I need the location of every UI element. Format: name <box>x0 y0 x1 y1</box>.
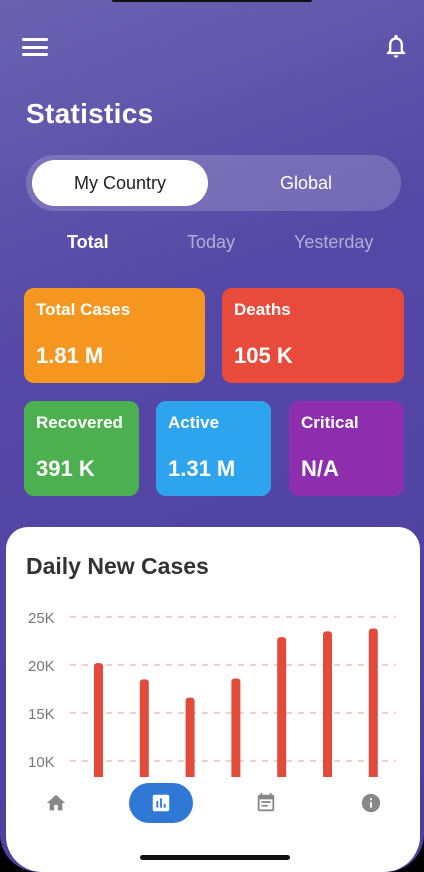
tab-yesterday[interactable]: Yesterday <box>294 232 373 253</box>
card-deaths[interactable]: Deaths 105 K <box>222 288 404 383</box>
y-tick-label: 25K <box>28 610 55 627</box>
chart-bar <box>323 631 332 797</box>
menu-line <box>22 45 48 49</box>
card-value: N/A <box>301 456 339 481</box>
card-label: Critical <box>301 413 359 432</box>
nav-home[interactable] <box>40 783 72 823</box>
card-label: Deaths <box>234 300 291 319</box>
card-value: 391 K <box>36 456 95 481</box>
notch <box>112 0 312 2</box>
card-active[interactable]: Active 1.31 M <box>156 401 271 496</box>
nav-statistics[interactable] <box>129 783 193 823</box>
nav-info[interactable] <box>355 783 387 823</box>
y-tick-label: 15K <box>28 706 55 723</box>
nav-calendar[interactable] <box>250 783 282 823</box>
y-tick-label: 10K <box>28 754 55 771</box>
card-value: 105 K <box>234 343 293 368</box>
bar-chart-icon <box>152 794 170 812</box>
home-indicator <box>140 855 290 860</box>
bottom-nav <box>6 777 420 847</box>
info-icon <box>361 793 381 813</box>
country-toggle: My Country Global <box>26 155 401 211</box>
home-icon <box>46 794 66 811</box>
card-label: Recovered <box>36 413 123 432</box>
page-title: Statistics <box>26 98 154 129</box>
y-tick-label: 20K <box>28 658 55 675</box>
menu-icon[interactable] <box>22 36 48 58</box>
period-tabs: Total Today Yesterday <box>26 232 401 256</box>
menu-line <box>22 53 48 56</box>
daily-cases-chart: 25K 20K 15K 10K <box>28 610 396 797</box>
card-label: Total Cases <box>36 300 131 319</box>
card-total-cases[interactable]: Total Cases 1.81 M <box>24 288 205 383</box>
card-value: 1.81 M <box>36 343 104 368</box>
calendar-icon <box>257 792 275 812</box>
chart-bar <box>368 628 378 797</box>
chart-bar <box>277 637 287 797</box>
tab-my-country[interactable]: My Country <box>32 160 208 206</box>
tab-today[interactable]: Today <box>187 232 235 253</box>
tab-total[interactable]: Total <box>67 232 109 253</box>
chart-title: Daily New Cases <box>26 553 209 579</box>
menu-line <box>22 38 48 41</box>
phone-screen: Statistics My Country Global Total Today… <box>0 0 424 872</box>
card-label: Active <box>168 413 220 432</box>
tab-global[interactable]: Global <box>216 160 396 206</box>
bell-icon[interactable] <box>382 32 410 60</box>
bell-icon-svg <box>386 34 406 58</box>
card-value: 1.31 M <box>168 456 236 481</box>
card-critical[interactable]: Critical N/A <box>289 401 404 496</box>
daily-cases-sheet: Daily New Cases 25K 20K 15K 10K <box>6 527 420 872</box>
card-recovered[interactable]: Recovered 391 K <box>24 401 139 496</box>
